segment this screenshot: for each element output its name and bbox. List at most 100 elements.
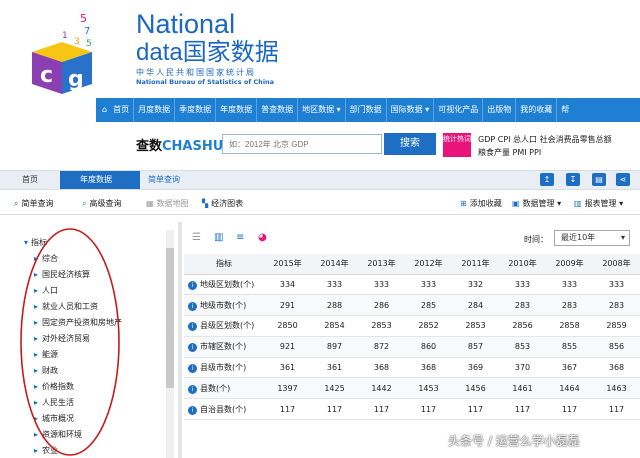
download-icon[interactable]: ↧ <box>566 173 580 186</box>
column-header-year[interactable]: 2015年 <box>264 254 311 275</box>
row-header[interactable]: i 地级区划数(个) <box>184 274 264 296</box>
red-annotation-oval <box>20 228 120 456</box>
logo-bureau-en: National Bureau of Statistics of China <box>136 78 275 86</box>
svg-text:c: c <box>40 63 53 88</box>
nav-publications[interactable]: 出版物 <box>483 98 517 122</box>
data-table: 指标 2015年 2014年 2013年 2012年 2011年 2010年 2… <box>184 254 640 421</box>
row-header[interactable]: i 市辖区数(个) <box>184 336 264 358</box>
column-header-indicator[interactable]: 指标 <box>184 254 264 275</box>
table-cell: 853 <box>499 336 546 358</box>
info-icon[interactable]: i <box>188 322 197 332</box>
advanced-query-button[interactable]: ⌕ 高级查询 <box>82 198 121 209</box>
nav-home[interactable]: 首页 <box>109 98 135 122</box>
tree-scroll-thumb[interactable] <box>166 248 174 388</box>
table-cell: 2853 <box>452 315 499 337</box>
search-button[interactable]: 搜索 <box>384 133 436 155</box>
nav-monthly[interactable]: 月度数据 <box>134 98 176 122</box>
breadcrumb-current[interactable]: 简单查询 <box>148 174 180 185</box>
table-cell: 1463 <box>593 377 640 400</box>
line-chart-icon[interactable]: ≡ <box>236 232 244 243</box>
table-row: i 县级市数(个) 361 361 368 368 369 370 367 368 <box>184 357 640 379</box>
table-cell: 332 <box>452 274 499 296</box>
info-icon[interactable]: i <box>188 405 197 415</box>
row-header[interactable]: i 县级区划数(个) <box>184 315 264 337</box>
simple-query-button[interactable]: ⌕ 简单查询 <box>14 198 53 209</box>
time-select[interactable]: 最近10年 ▾ <box>554 230 630 246</box>
column-header-year[interactable]: 2008年 <box>593 254 640 275</box>
column-header-year[interactable]: 2013年 <box>358 254 405 275</box>
hot-links-row1[interactable]: GDP CPI 总人口 社会消费品零售总额 <box>478 134 612 145</box>
econ-chart-button[interactable]: ▚ 经济图表 <box>202 198 243 209</box>
breadcrumb-home[interactable]: 首页 <box>22 174 38 185</box>
table-cell: 367 <box>546 357 593 379</box>
home-icon[interactable]: ⌂ <box>96 98 109 122</box>
add-favorite-button[interactable]: ⊞ 添加收藏 <box>460 198 502 209</box>
table-row: i 自治县数(个) 117 117 117 117 117 117 117 117 <box>184 398 640 421</box>
nav-department[interactable]: 部门数据 <box>346 98 387 122</box>
nav-regional[interactable]: 地区数据 ▾ <box>298 98 346 122</box>
table-cell: 2856 <box>499 315 546 337</box>
data-map-button[interactable]: ▦ 数据地图 <box>146 198 189 209</box>
table-cell: 1442 <box>358 377 405 400</box>
table-cell: 369 <box>452 357 499 379</box>
svg-text:g: g <box>68 67 84 92</box>
watermark: 头条号 / 运营么学小磊磊 <box>448 434 580 448</box>
nav-favorites[interactable]: 我的收藏 <box>516 98 558 122</box>
table-row: i 县数(个) 1397 1425 1442 1453 1456 1461 1464 1463 <box>184 377 640 400</box>
table-cell: 361 <box>264 357 311 379</box>
upload-icon[interactable]: ↥ <box>540 173 554 186</box>
logo-national: National <box>136 9 236 39</box>
table-cell: 333 <box>546 274 593 296</box>
info-icon[interactable]: i <box>188 301 197 311</box>
column-header-year[interactable]: 2011年 <box>452 254 499 275</box>
row-label: 地级市数(个) <box>200 300 247 310</box>
report-icon: ▥ <box>574 199 582 208</box>
column-header-year[interactable]: 2012年 <box>405 254 452 275</box>
row-header[interactable]: i 自治县数(个) <box>184 398 264 421</box>
table-row: i 市辖区数(个) 921 897 872 860 857 853 855 856 <box>184 336 640 358</box>
nav-help[interactable]: 帮 <box>557 98 573 122</box>
pie-chart-icon[interactable]: ◕ <box>258 232 267 243</box>
info-icon[interactable]: i <box>188 364 197 374</box>
info-icon[interactable]: i <box>188 280 197 290</box>
column-header-year[interactable]: 2009年 <box>546 254 593 275</box>
table-cell: 2850 <box>264 315 311 337</box>
table-cell: 897 <box>311 336 358 358</box>
row-header[interactable]: i 地级市数(个) <box>184 294 264 317</box>
chashu-brand: 查数CHASHU <box>136 135 223 154</box>
table-cell: 284 <box>452 294 499 317</box>
nav-quarterly[interactable]: 季度数据 <box>175 98 217 122</box>
row-header[interactable]: i 县级市数(个) <box>184 357 264 379</box>
search-input[interactable] <box>222 134 382 154</box>
column-header-year[interactable]: 2010年 <box>499 254 546 275</box>
nav-visualization[interactable]: 可视化产品 <box>434 98 484 122</box>
chevron-down-icon: ▾ <box>620 233 625 242</box>
table-view-icon[interactable]: ☰ <box>192 232 201 243</box>
data-manage-icon: ▣ <box>512 199 520 208</box>
hot-links-row2[interactable]: 粮食产量 PMI PPI <box>478 147 541 158</box>
svg-text:1: 1 <box>62 31 68 41</box>
nav-international[interactable]: 国际数据 ▾ <box>387 98 435 122</box>
logo-bureau-cn: 中华人民共和国国家统计局 <box>136 68 256 77</box>
nav-census[interactable]: 普查数据 <box>257 98 299 122</box>
share-icon[interactable]: ⋖ <box>616 173 630 186</box>
svg-text:5: 5 <box>86 39 92 49</box>
report-manage-button[interactable]: ▥ 报表管理 ▾ <box>574 198 623 209</box>
info-icon[interactable]: i <box>188 343 197 353</box>
table-cell: 1397 <box>264 377 311 400</box>
row-header[interactable]: i 县数(个) <box>184 377 264 400</box>
table-cell: 2859 <box>593 315 640 337</box>
bar-chart-icon[interactable]: ▥ <box>214 232 223 243</box>
table-cell: 333 <box>499 274 546 296</box>
nav-annual[interactable]: 年度数据 <box>216 98 258 122</box>
column-header-year[interactable]: 2014年 <box>311 254 358 275</box>
table-body: i 地级区划数(个) 334 333 333 333 332 333 333 333 i 地级市数(个… <box>184 274 640 421</box>
data-map-label: 数据地图 <box>156 199 189 208</box>
data-manage-button[interactable]: ▣ 数据管理 ▾ <box>512 198 561 209</box>
print-icon[interactable]: ▤ <box>592 173 606 186</box>
advanced-search-icon: ⌕ <box>82 199 87 208</box>
table-cell: 2852 <box>405 315 452 337</box>
info-icon[interactable]: i <box>188 384 197 394</box>
breadcrumb-active[interactable]: 年度数据 <box>60 171 140 189</box>
pane-splitter[interactable] <box>178 222 182 458</box>
